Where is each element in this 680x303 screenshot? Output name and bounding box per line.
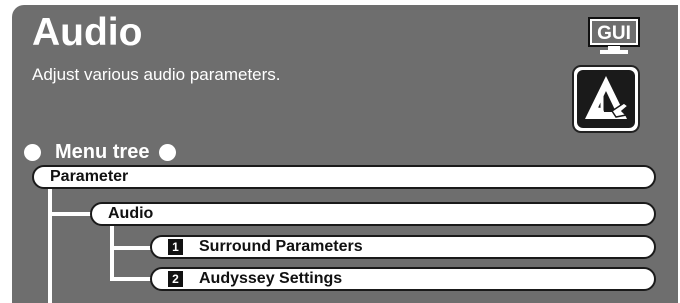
page-subtitle: Adjust various audio parameters. [32, 65, 281, 84]
tree-connector [48, 189, 52, 303]
tree-connector [110, 246, 152, 250]
tree-connector [110, 277, 152, 281]
menu-item-audyssey-settings[interactable]: 2 Audyssey Settings [150, 267, 656, 291]
item-number-badge: 1 [168, 239, 183, 255]
menu-item-label: Parameter [50, 168, 129, 185]
item-number-badge: 2 [168, 271, 183, 287]
bullet-dot-icon [159, 143, 177, 161]
audio-note-wrench-icon [572, 65, 640, 133]
page-title: Audio [32, 11, 143, 54]
menu-item-audio[interactable]: Audio [90, 202, 656, 226]
menu-item-parameter[interactable]: Parameter [32, 165, 656, 189]
monitor-gui-icon: GUI [588, 17, 640, 54]
tree-connector [110, 226, 114, 281]
menu-item-label: Surround Parameters [199, 238, 363, 255]
menu-item-surround-parameters[interactable]: 1 Surround Parameters [150, 235, 656, 259]
menu-item-label: Audio [108, 205, 154, 222]
tree-connector [48, 212, 92, 216]
menu-tree-label: Menu tree [55, 140, 150, 163]
audio-menu-panel: Audio Adjust various audio parameters. G… [12, 5, 678, 303]
menu-item-label: Audyssey Settings [199, 270, 343, 287]
bullet-dot-icon [24, 143, 41, 161]
gui-badge-label: GUI [597, 23, 631, 44]
menu-tree-heading: Menu tree [24, 140, 177, 164]
